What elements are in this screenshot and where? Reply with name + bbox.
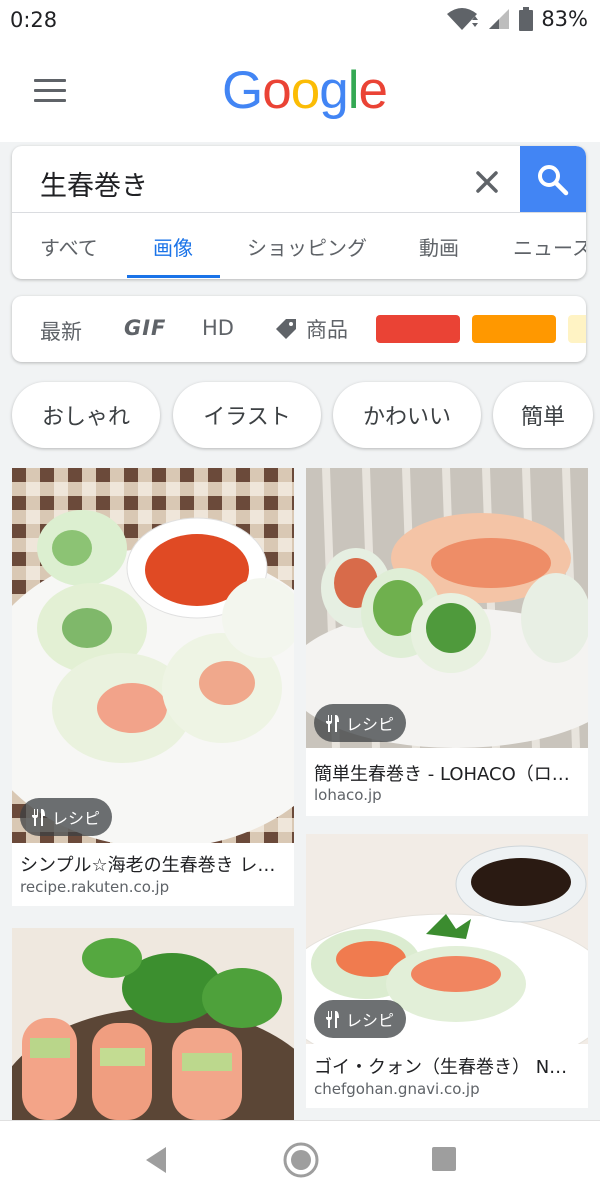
tab-news[interactable]: ニュース <box>513 232 586 261</box>
utensils-icon <box>326 715 339 732</box>
logo-letter: g <box>319 61 349 120</box>
battery-icon <box>519 7 534 31</box>
app-header: Google <box>0 42 600 142</box>
system-nav-bar <box>0 1120 600 1201</box>
clear-icon[interactable] <box>467 162 507 202</box>
logo-letter: o <box>262 61 292 120</box>
chip-kantan[interactable]: 簡単 <box>493 382 593 448</box>
recents-icon[interactable] <box>430 1145 458 1173</box>
recipe-badge: レシピ <box>314 1000 407 1038</box>
filter-newest[interactable]: 最新 <box>40 316 82 346</box>
filter-product[interactable]: 商品 <box>274 314 348 344</box>
result-title: ゴイ・クォン（生春巻き） N… <box>314 1057 568 1078</box>
filter-hd[interactable]: HD <box>202 316 234 340</box>
chip-oshare[interactable]: おしゃれ <box>12 382 160 448</box>
search-card: 生春巻き すべて 画像 ショッピング 動画 ニュース <box>12 146 586 279</box>
color-swatch-red[interactable] <box>376 315 460 343</box>
search-icon <box>538 164 569 195</box>
utensils-icon <box>32 809 45 826</box>
result-thumbnail <box>12 468 294 843</box>
filter-bar: 最新 GIF HD 商品 <box>12 296 586 362</box>
status-icons: 83% <box>445 6 588 32</box>
recipe-badge-label: レシピ <box>346 715 395 734</box>
logo-letter: e <box>358 61 388 120</box>
color-swatch-yellow[interactable] <box>568 315 586 343</box>
status-time: 0:28 <box>10 8 58 32</box>
tab-images[interactable]: 画像 <box>153 232 193 261</box>
google-logo[interactable]: Google <box>222 60 388 121</box>
recipe-badge-label: レシピ <box>52 809 101 828</box>
result-domain: lohaco.jp <box>314 786 382 804</box>
battery-percent: 83% <box>541 7 588 31</box>
tab-videos[interactable]: 動画 <box>419 232 459 261</box>
tab-shopping[interactable]: ショッピング <box>247 232 367 261</box>
image-result[interactable]: レシピ 簡単生春巻き - LOHACO（ロ… lohaco.jp <box>306 468 588 816</box>
logo-letter: l <box>347 61 360 120</box>
signal-icon <box>489 9 510 29</box>
image-result[interactable]: レシピ シンプル☆海老の生春巻き レ… recipe.rakuten.co.jp <box>12 468 294 906</box>
home-icon[interactable] <box>282 1141 320 1179</box>
recipe-badge: レシピ <box>20 798 113 836</box>
logo-letter: o <box>290 61 321 120</box>
recipe-badge: レシピ <box>314 704 407 742</box>
chip-illust[interactable]: イラスト <box>173 382 321 448</box>
wifi-icon <box>447 8 479 30</box>
search-tabs: すべて 画像 ショッピング 動画 ニュース <box>12 213 586 279</box>
image-result[interactable]: レシピ ゴイ・クォン（生春巻き） N… chefgohan.gnavi.co.j… <box>306 834 588 1108</box>
status-bar: 0:28 83% <box>0 0 600 42</box>
search-button[interactable] <box>520 146 586 213</box>
active-tab-indicator <box>127 275 220 278</box>
search-input[interactable]: 生春巻き <box>40 164 148 203</box>
recipe-badge-label: レシピ <box>346 1011 395 1030</box>
image-result[interactable] <box>12 928 294 1120</box>
menu-icon[interactable] <box>34 79 66 103</box>
result-thumbnail <box>12 928 294 1120</box>
result-title: 簡単生春巻き - LOHACO（ロ… <box>314 764 570 785</box>
back-icon[interactable] <box>142 1145 170 1175</box>
tag-icon <box>276 319 296 339</box>
tab-all[interactable]: すべて <box>40 232 98 261</box>
color-swatch-orange[interactable] <box>472 315 556 343</box>
chip-kawaii[interactable]: かわいい <box>333 382 481 448</box>
logo-letter: G <box>222 61 263 120</box>
result-domain: chefgohan.gnavi.co.jp <box>314 1080 480 1098</box>
filter-gif[interactable]: GIF <box>124 316 166 340</box>
filter-product-label: 商品 <box>306 318 348 342</box>
result-domain: recipe.rakuten.co.jp <box>20 878 170 896</box>
result-title: シンプル☆海老の生春巻き レ… <box>20 855 276 876</box>
utensils-icon <box>326 1011 339 1028</box>
